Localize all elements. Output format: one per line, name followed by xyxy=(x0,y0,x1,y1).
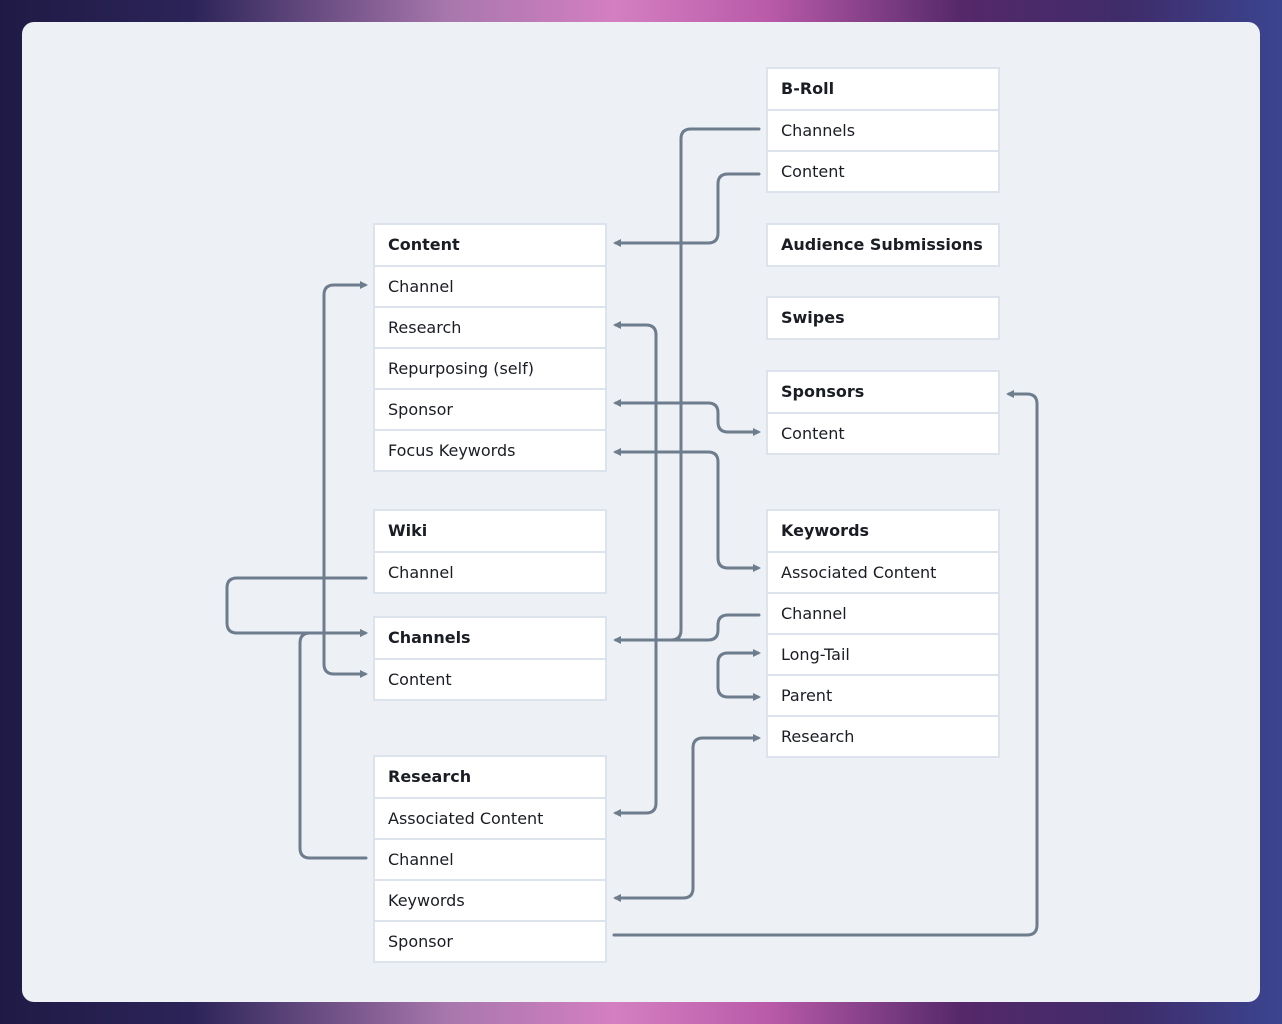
connector-longtail-parent xyxy=(716,649,761,701)
connector-keywords-channel xyxy=(638,613,761,642)
connector-wiki-channel xyxy=(225,576,368,637)
connectors xyxy=(225,127,1039,937)
connector-broll-content xyxy=(613,172,761,247)
connector-focus-keywords xyxy=(613,448,761,572)
connector-content-sponsor xyxy=(613,399,761,436)
connector-research-channel xyxy=(298,629,368,860)
connector-content-channel xyxy=(322,281,368,678)
connector-content-research xyxy=(613,321,658,817)
connector-research-keywords xyxy=(613,734,761,902)
connector-broll-channels xyxy=(613,127,761,644)
connector-research-sponsor xyxy=(612,390,1039,937)
